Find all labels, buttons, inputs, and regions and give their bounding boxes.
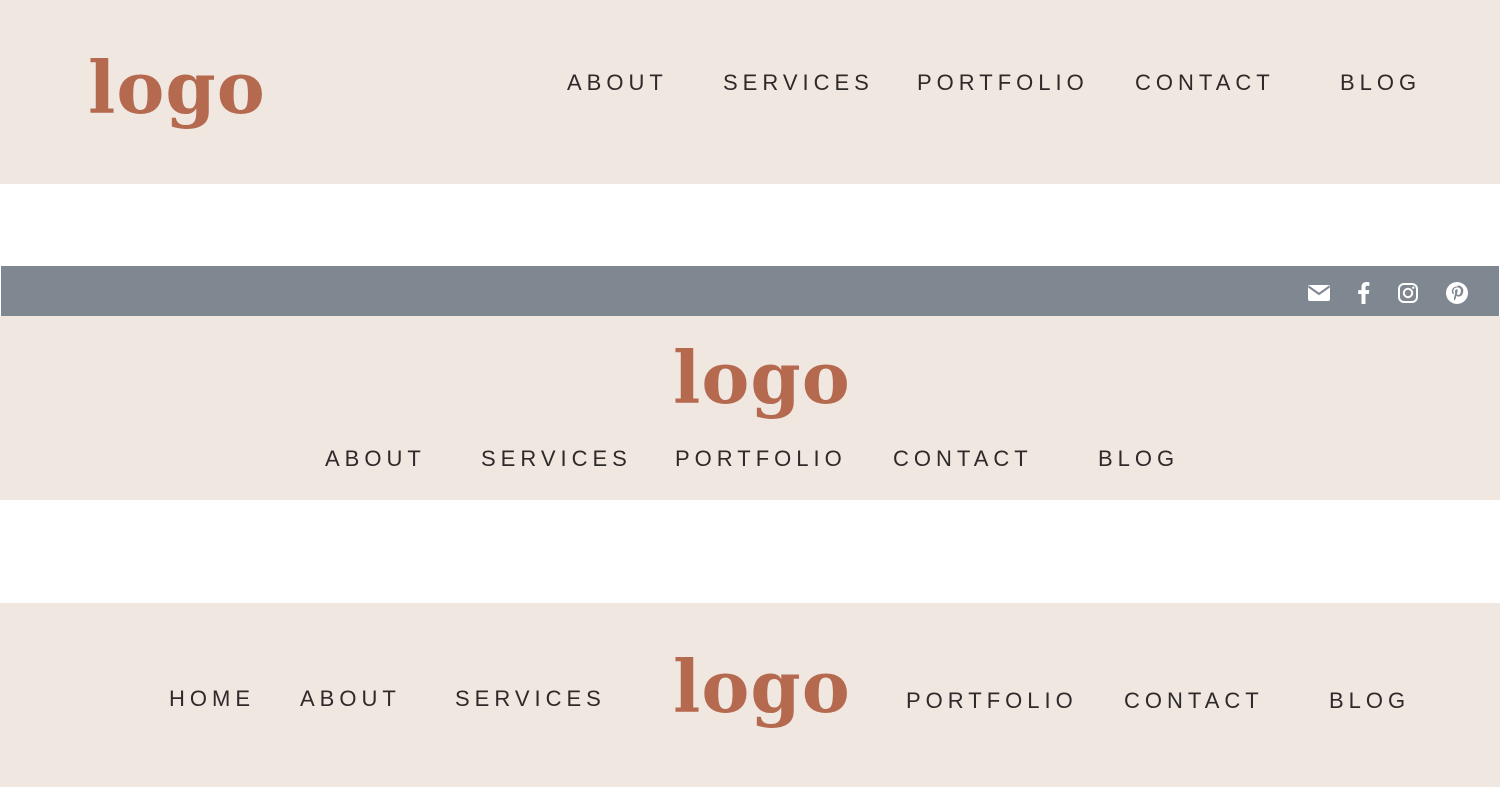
envelope-icon[interactable] xyxy=(1307,281,1331,305)
header-variant-2: logo ABOUT SERVICES PORTFOLIO CONTACT BL… xyxy=(0,316,1500,500)
nav-link-portfolio[interactable]: PORTFOLIO xyxy=(917,72,1089,94)
header-variant-1: logo ABOUT SERVICES PORTFOLIO CONTACT BL… xyxy=(0,0,1500,184)
nav-link-portfolio[interactable]: PORTFOLIO xyxy=(906,690,1078,712)
nav-link-about[interactable]: ABOUT xyxy=(325,448,426,470)
nav-link-about[interactable]: ABOUT xyxy=(567,72,668,94)
instagram-icon[interactable] xyxy=(1396,281,1420,305)
nav-link-services[interactable]: SERVICES xyxy=(481,448,632,470)
header-variant-3: HOME ABOUT SERVICES logo PORTFOLIO CONTA… xyxy=(0,603,1500,787)
nav-link-blog[interactable]: BLOG xyxy=(1098,448,1179,470)
nav-link-about[interactable]: ABOUT xyxy=(300,688,401,710)
nav-link-contact[interactable]: CONTACT xyxy=(893,448,1033,470)
nav-link-portfolio[interactable]: PORTFOLIO xyxy=(675,448,847,470)
site-logo[interactable]: logo xyxy=(673,651,851,723)
facebook-icon[interactable] xyxy=(1352,281,1376,305)
nav-link-blog[interactable]: BLOG xyxy=(1340,72,1421,94)
site-logo[interactable]: logo xyxy=(673,342,851,414)
nav-link-services[interactable]: SERVICES xyxy=(723,72,874,94)
nav-link-contact[interactable]: CONTACT xyxy=(1135,72,1275,94)
nav-link-blog[interactable]: BLOG xyxy=(1329,690,1410,712)
site-logo[interactable]: logo xyxy=(88,52,266,124)
nav-link-services[interactable]: SERVICES xyxy=(455,688,606,710)
social-top-bar xyxy=(1,266,1499,316)
nav-link-contact[interactable]: CONTACT xyxy=(1124,690,1264,712)
pinterest-icon[interactable] xyxy=(1445,281,1469,305)
nav-link-home[interactable]: HOME xyxy=(169,688,255,710)
